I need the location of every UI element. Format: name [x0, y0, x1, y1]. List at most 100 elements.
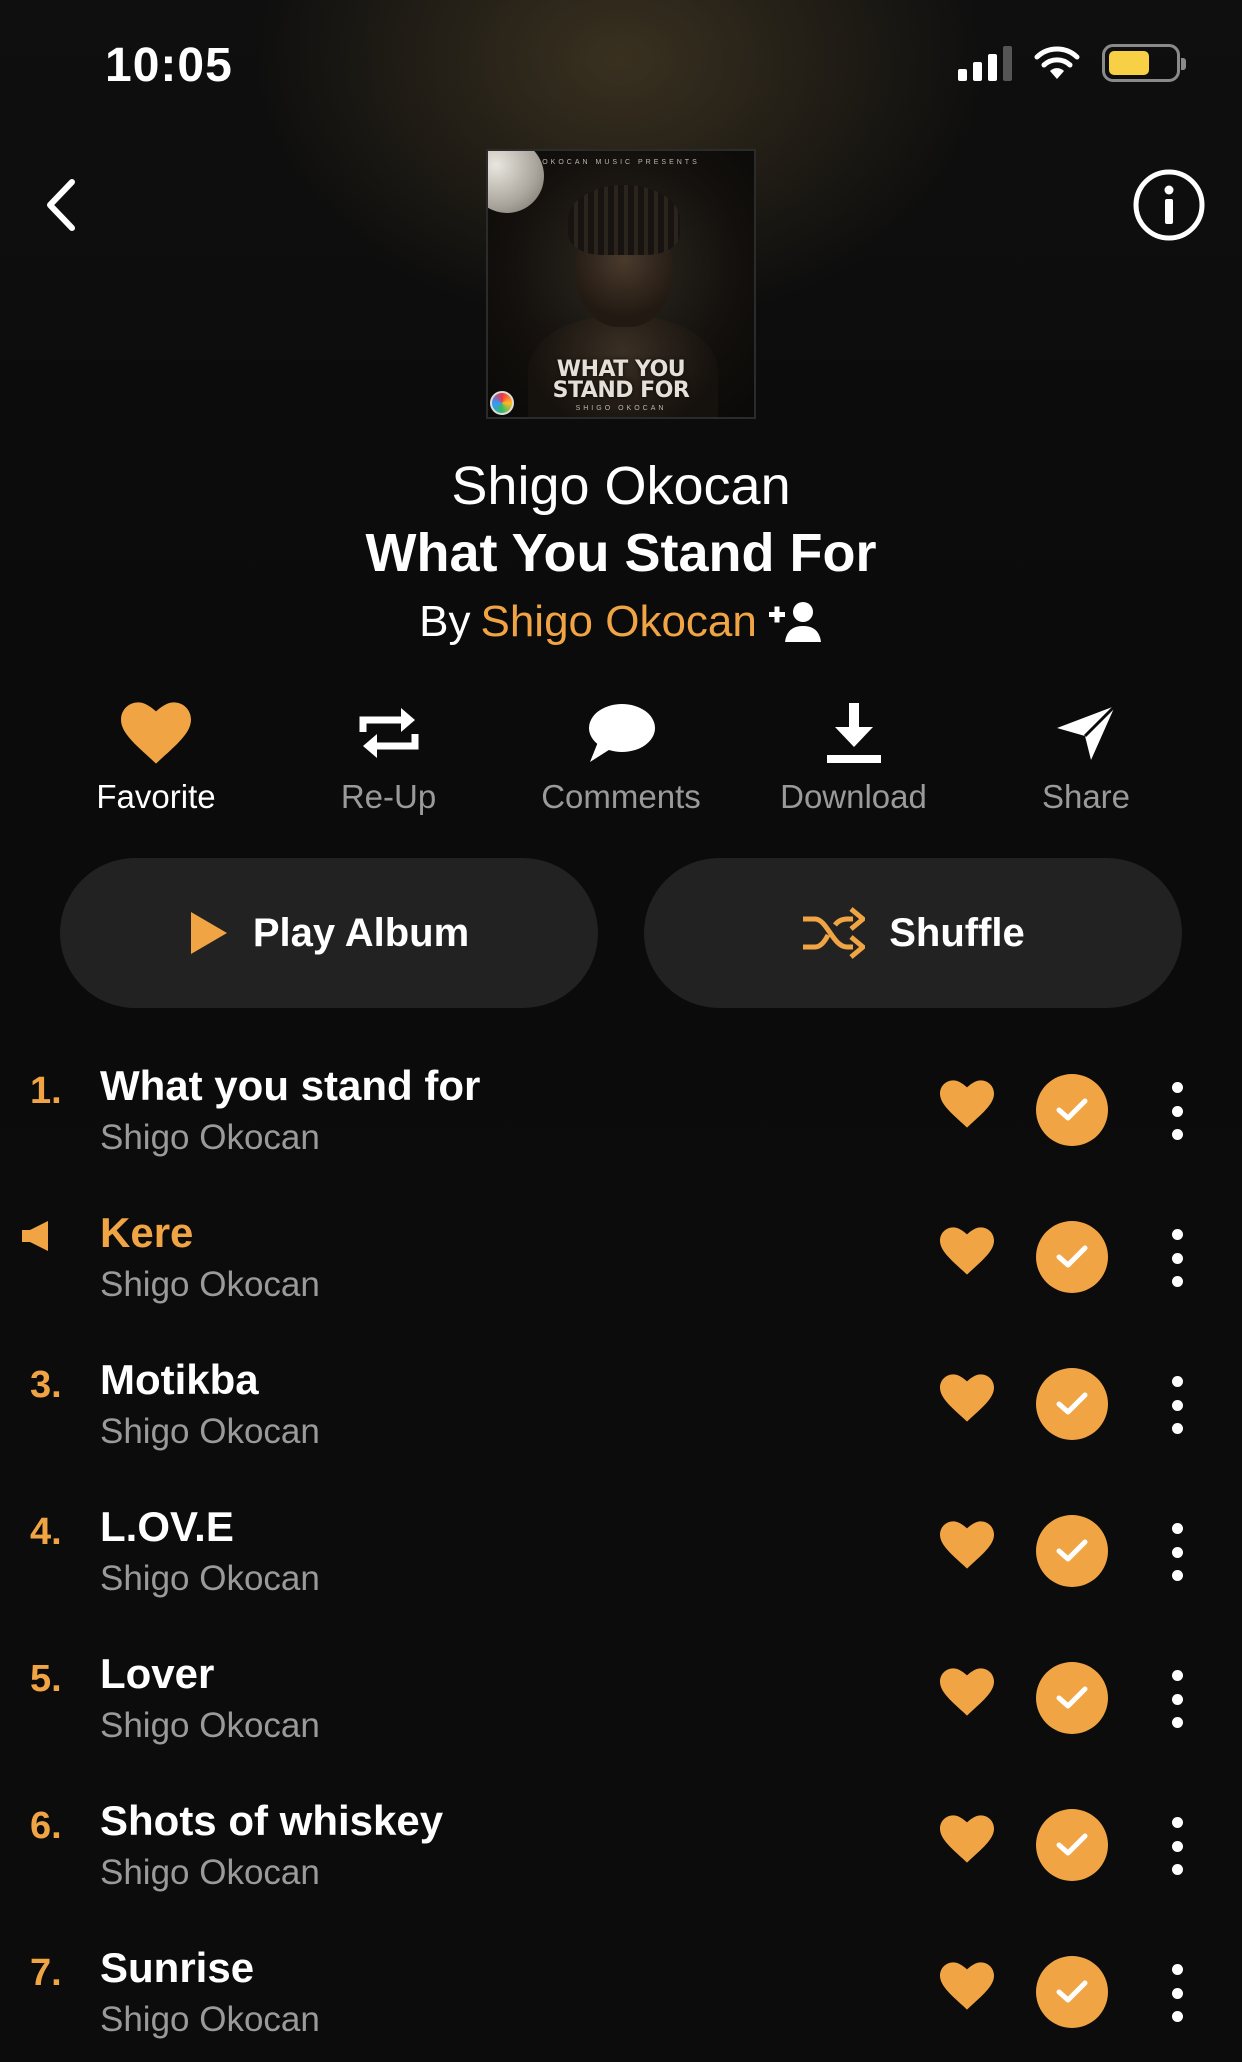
track-row[interactable]: 7. Sunrise Shigo Okocan — [0, 1918, 1242, 2062]
track-artist: Shigo Okocan — [100, 1265, 320, 1304]
track-heart-icon[interactable] — [940, 1668, 994, 1716]
shuffle-label: Shuffle — [889, 910, 1025, 955]
share-label: Share — [1041, 778, 1131, 815]
track-number: 6. — [30, 1805, 62, 1847]
shuffle-icon — [803, 907, 866, 959]
track-list: 1. What you stand for Shigo Okocan Kere … — [0, 1036, 1242, 2062]
track-artist: Shigo Okocan — [100, 1559, 320, 1598]
track-number: 5. — [30, 1658, 62, 1700]
back-button[interactable] — [36, 170, 84, 240]
track-more-button[interactable] — [1160, 1517, 1194, 1587]
track-number: 3. — [30, 1364, 62, 1406]
comment-icon — [589, 704, 655, 762]
track-more-button[interactable] — [1160, 1958, 1194, 2028]
track-row[interactable]: 1. What you stand for Shigo Okocan — [0, 1036, 1242, 1183]
favorite-button[interactable]: Favorite — [56, 700, 256, 816]
track-downloaded-button[interactable] — [1036, 1221, 1108, 1293]
wifi-icon — [1034, 46, 1080, 79]
favorite-label: Favorite — [96, 778, 216, 815]
comments-button[interactable]: Comments — [521, 700, 721, 816]
track-heart-icon[interactable] — [940, 1374, 994, 1422]
cover-title-line1: WHAT YOU — [556, 357, 686, 382]
status-time: 10:05 — [105, 39, 233, 92]
track-more-button[interactable] — [1160, 1664, 1194, 1734]
battery-icon — [1102, 44, 1186, 82]
track-title: L.OV.E — [100, 1503, 234, 1550]
track-more-button[interactable] — [1160, 1223, 1194, 1293]
play-icon — [190, 912, 227, 954]
cover-figure-hair — [568, 185, 680, 255]
track-artist: Shigo Okocan — [100, 1853, 320, 1892]
play-album-label: Play Album — [252, 910, 470, 955]
track-downloaded-button[interactable] — [1036, 1662, 1108, 1734]
by-line: By Shigo Okocan — [0, 597, 1242, 647]
check-icon — [1056, 1980, 1088, 2003]
cover-artist-text: SHIGO OKOCAN — [575, 405, 667, 412]
track-row[interactable]: 5. Lover Shigo Okocan — [0, 1624, 1242, 1771]
track-title: Motikba — [100, 1356, 259, 1403]
follow-artist-icon[interactable] — [767, 600, 823, 644]
track-heart-icon[interactable] — [940, 1080, 994, 1128]
check-icon — [1056, 1245, 1088, 1268]
artist-heading: Shigo Okocan — [451, 456, 791, 516]
track-artist: Shigo Okocan — [100, 1706, 320, 1745]
share-button[interactable]: Share — [986, 700, 1186, 816]
album-title: What You Stand For — [365, 523, 877, 583]
now-playing-speaker-icon — [22, 1221, 48, 1251]
album-screen: 10:05 OKOCAN MUSIC PRESENTS WHAT YOU STA… — [0, 0, 1242, 2062]
cover-top-text: OKOCAN MUSIC PRESENTS — [542, 159, 700, 166]
track-number: 7. — [30, 1952, 62, 1994]
track-downloaded-button[interactable] — [1036, 1956, 1108, 2028]
status-icons — [958, 44, 1186, 82]
track-artist: Shigo Okocan — [100, 2000, 320, 2039]
repeat-icon — [359, 708, 418, 758]
download-icon — [826, 703, 881, 763]
signal-icon — [958, 45, 1012, 81]
track-number: 4. — [30, 1511, 62, 1553]
track-heart-icon[interactable] — [940, 1815, 994, 1863]
track-downloaded-button[interactable] — [1036, 1809, 1108, 1881]
download-button[interactable]: Download — [754, 700, 954, 816]
cover-title-line2: STAND FOR — [552, 378, 690, 403]
re-up-button[interactable]: Re-Up — [289, 700, 489, 816]
album-cover: OKOCAN MUSIC PRESENTS WHAT YOU STAND FOR… — [486, 149, 756, 419]
re-up-label: Re-Up — [340, 778, 437, 815]
check-icon — [1056, 1686, 1088, 1709]
download-label: Download — [780, 778, 927, 815]
track-row[interactable]: Kere Shigo Okocan — [0, 1183, 1242, 1330]
track-row[interactable]: 4. L.OV.E Shigo Okocan — [0, 1477, 1242, 1624]
comments-label: Comments — [541, 778, 701, 815]
track-artist: Shigo Okocan — [100, 1412, 320, 1451]
track-heart-icon[interactable] — [940, 1521, 994, 1569]
track-downloaded-button[interactable] — [1036, 1515, 1108, 1587]
artist-link[interactable]: Shigo Okocan — [480, 597, 756, 647]
track-heart-icon[interactable] — [940, 1227, 994, 1275]
send-icon — [1057, 704, 1117, 760]
action-row: Favorite Re-Up Comments Download Share — [56, 700, 1186, 816]
track-more-button[interactable] — [1160, 1076, 1194, 1146]
play-album-button[interactable]: Play Album — [60, 858, 598, 1008]
track-more-button[interactable] — [1160, 1370, 1194, 1440]
check-icon — [1056, 1539, 1088, 1562]
track-title: Kere — [100, 1209, 194, 1256]
by-prefix: By — [419, 597, 471, 646]
heart-icon — [121, 702, 191, 764]
track-row[interactable]: 6. Shots of whiskey Shigo Okocan — [0, 1771, 1242, 1918]
track-more-button[interactable] — [1160, 1811, 1194, 1881]
track-number: 1. — [30, 1070, 62, 1112]
check-icon — [1056, 1392, 1088, 1415]
cover-title: WHAT YOU STAND FOR — [488, 357, 754, 403]
track-artist: Shigo Okocan — [100, 1118, 320, 1157]
check-icon — [1056, 1833, 1088, 1856]
track-row[interactable]: 3. Motikba Shigo Okocan — [0, 1330, 1242, 1477]
track-title: Lover — [100, 1650, 215, 1697]
info-button[interactable] — [1132, 168, 1206, 242]
track-title: Sunrise — [100, 1944, 255, 1991]
track-title: What you stand for — [100, 1062, 481, 1109]
track-downloaded-button[interactable] — [1036, 1074, 1108, 1146]
shuffle-button[interactable]: Shuffle — [644, 858, 1182, 1008]
track-heart-icon[interactable] — [940, 1962, 994, 2010]
track-downloaded-button[interactable] — [1036, 1368, 1108, 1440]
cover-label-badge — [490, 391, 514, 415]
check-icon — [1056, 1098, 1088, 1121]
